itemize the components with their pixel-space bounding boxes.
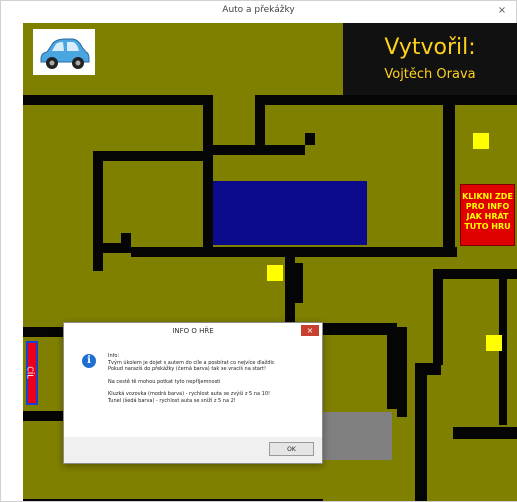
wall [415, 363, 427, 501]
wall [23, 95, 213, 105]
wall [397, 327, 407, 417]
goal-finish-tile: CÍL [26, 341, 38, 405]
wall [305, 133, 315, 145]
wall [121, 233, 131, 253]
game-info-button[interactable]: KLIKNI ZDE PRO INFO JAK HRÁT TUTO HRU [460, 184, 515, 246]
wall [203, 95, 213, 155]
wall [103, 151, 213, 161]
credit-heading: Vytvořil: [384, 35, 476, 60]
wall [93, 151, 103, 271]
car-logo [33, 29, 95, 75]
info-icon: i [82, 354, 96, 368]
info-button-line: KLIKNI ZDE [462, 192, 513, 201]
wall [23, 499, 323, 501]
window-close-button[interactable]: × [494, 4, 510, 18]
wall [255, 95, 517, 105]
ok-button[interactable]: OK [269, 442, 314, 456]
info-button-line: JAK HRÁT [466, 212, 509, 221]
info-button-line: PRO INFO [465, 202, 510, 211]
game-window: Auto a překážky × Vytvořil: Vojtěch Orav… [0, 0, 517, 502]
wall [499, 279, 507, 425]
collectible-tile [486, 335, 502, 351]
collectible-tile [473, 133, 489, 149]
wall [453, 427, 517, 439]
tunnel-tile [320, 412, 392, 460]
wall [387, 323, 397, 409]
wall [443, 95, 455, 253]
dialog-close-button[interactable]: × [301, 325, 319, 336]
title-bar: Auto a překážky × [1, 1, 516, 23]
wall [213, 145, 305, 155]
wall [433, 269, 443, 365]
dialog-footer: OK [64, 437, 322, 463]
wall [323, 323, 397, 335]
wall [433, 269, 517, 279]
dialog-line: Tunel (šedá barva) - rychlost auta se sn… [108, 397, 236, 404]
slippery-road-tile [213, 181, 367, 245]
info-button-line: TUTO HRU [464, 222, 511, 231]
wall [203, 161, 213, 247]
dialog-body: i Info: Tvým úkolem je dojet s autem do … [64, 341, 322, 437]
wall [295, 263, 303, 303]
car-icon [40, 38, 90, 69]
wall [23, 327, 68, 337]
author-credit: Vytvořil: Vojtěch Orava [343, 23, 517, 95]
credit-author: Vojtěch Orava [384, 67, 476, 82]
collectible-tile [267, 265, 283, 281]
goal-label: CÍL [25, 366, 35, 379]
dialog-title-bar: INFO O HŘE × [64, 323, 322, 341]
dialog-title: INFO O HŘE [172, 327, 214, 335]
info-dialog: INFO O HŘE × i Info: Tvým úkolem je doje… [63, 322, 323, 464]
wall [131, 247, 457, 257]
window-title: Auto a překážky [222, 5, 295, 15]
dialog-message: Info: Tvým úkolem je dojet s autem do cí… [108, 353, 318, 404]
